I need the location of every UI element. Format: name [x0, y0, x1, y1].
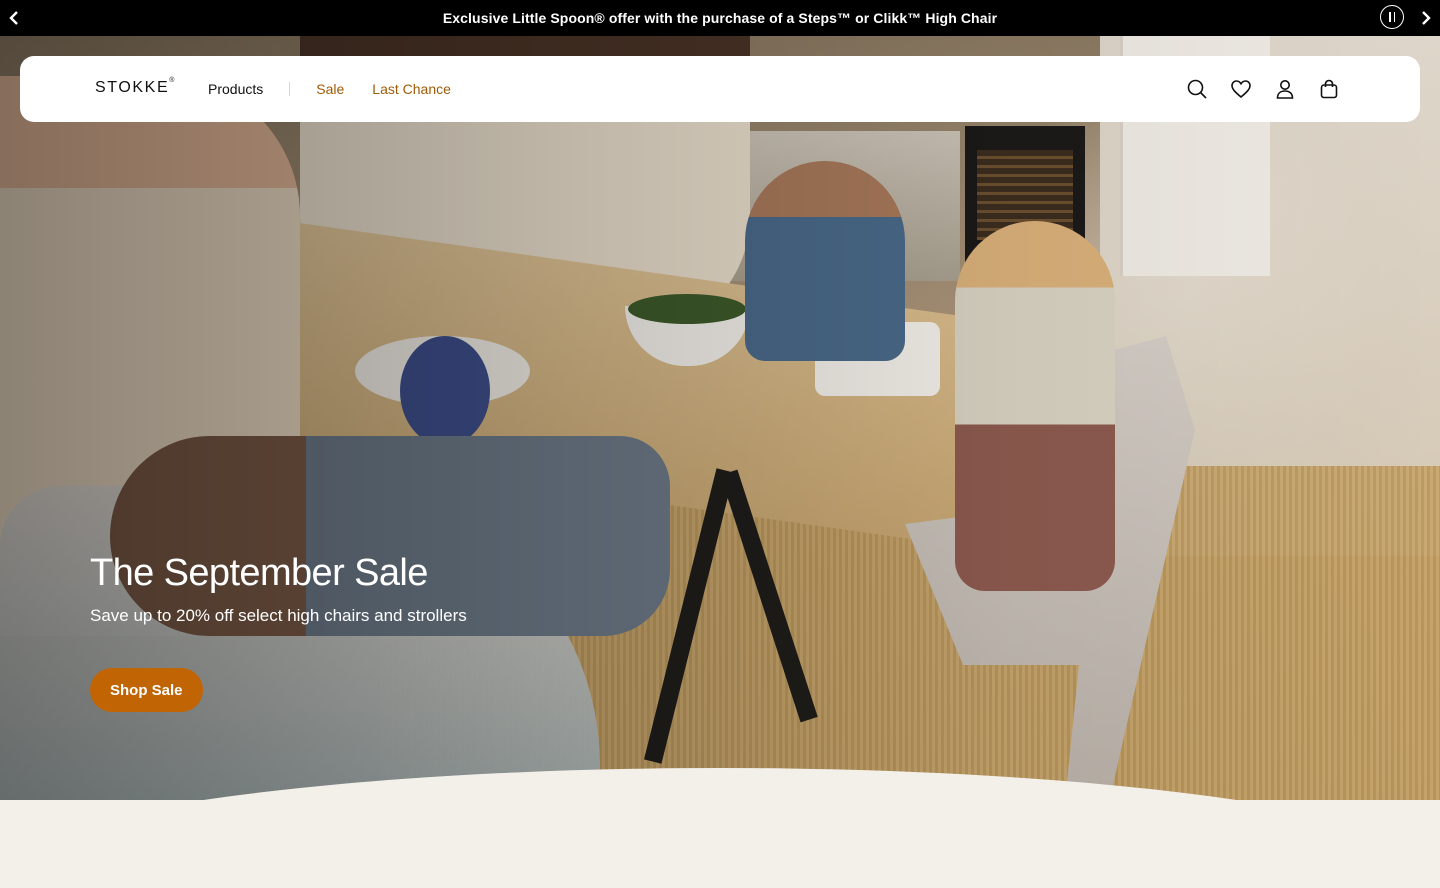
nav-last-chance[interactable]: Last Chance — [372, 81, 451, 97]
site-header: STOKKE® Products Sale Last Chance — [20, 56, 1420, 122]
bag-icon[interactable] — [1318, 78, 1340, 100]
logo-registered-mark: ® — [169, 77, 175, 84]
heart-icon[interactable] — [1230, 78, 1252, 100]
hero-image-shade — [0, 36, 1440, 800]
hero-copy: The September Sale Save up to 20% off se… — [90, 550, 467, 628]
chevron-left-icon[interactable] — [0, 0, 28, 36]
main-nav: Products Sale Last Chance — [208, 56, 451, 122]
announcement-bar: Exclusive Little Spoon® offer with the p… — [0, 0, 1440, 36]
nav-sale[interactable]: Sale — [316, 81, 344, 97]
nav-divider — [289, 82, 291, 96]
stokke-logo[interactable]: STOKKE® — [95, 77, 175, 97]
nav-products[interactable]: Products — [208, 81, 263, 97]
pause-icon[interactable] — [1380, 5, 1404, 29]
search-icon[interactable] — [1186, 78, 1208, 100]
logo-text: STOKKE — [95, 79, 170, 96]
hero-title: The September Sale — [90, 552, 428, 594]
user-icon[interactable] — [1274, 78, 1296, 100]
shop-sale-button[interactable]: Shop Sale — [90, 668, 203, 712]
hero-banner — [0, 36, 1440, 800]
chevron-right-icon[interactable] — [1412, 0, 1440, 36]
announcement-text[interactable]: Exclusive Little Spoon® offer with the p… — [443, 10, 997, 26]
header-actions — [1186, 56, 1340, 122]
hero-subtitle: Save up to 20% off select high chairs an… — [90, 606, 467, 625]
